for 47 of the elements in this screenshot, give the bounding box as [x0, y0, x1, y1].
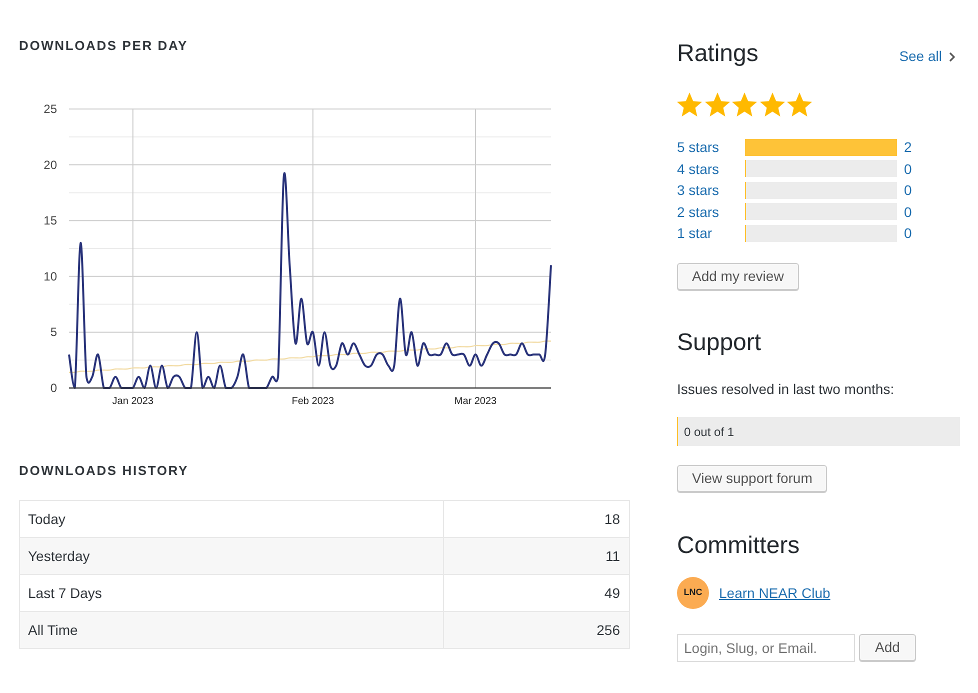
avatar: LNC: [677, 577, 709, 609]
star-icon: [704, 92, 730, 117]
table-cell: 256: [444, 612, 630, 648]
committer-link[interactable]: Learn NEAR Club: [719, 582, 830, 604]
rating-filter-link[interactable]: 1 star: [677, 224, 745, 242]
x-axis-label: Feb 2023: [292, 396, 334, 407]
table-cell: 49: [444, 574, 630, 612]
progress-text: 0 out of 1: [684, 424, 734, 440]
add-review-button[interactable]: Add my review: [677, 263, 799, 290]
view-support-forum-button[interactable]: View support forum: [677, 465, 828, 492]
rating-count: 0: [904, 181, 912, 200]
y-axis-label: 5: [50, 325, 57, 340]
table-cell: Today: [20, 500, 444, 538]
table-cell: Yesterday: [20, 538, 444, 574]
y-axis-label: 25: [44, 102, 57, 116]
rating-filter-link[interactable]: 2 stars: [677, 202, 745, 221]
chevron-right-icon[interactable]: [949, 52, 955, 62]
section-title: Ratings: [677, 40, 758, 68]
committer-input[interactable]: Login, Slug, or Email.: [677, 634, 855, 662]
y-axis-label: 20: [44, 158, 57, 172]
add-committer-button[interactable]: Add: [859, 634, 916, 661]
see-all-link[interactable]: See all: [899, 46, 955, 67]
x-axis-label: Mar 2023: [454, 396, 497, 407]
table-cell: Last 7 Days: [20, 574, 444, 612]
star-icon: [677, 92, 702, 117]
table-cell: 11: [444, 538, 630, 574]
rating-filter-link[interactable]: 4 stars: [677, 160, 745, 178]
rating-count: 0: [904, 160, 912, 178]
star-icon: [787, 92, 812, 117]
section-heading: DOWNLOADS PER DAY: [19, 38, 188, 54]
section-title: Support: [677, 329, 762, 357]
y-axis-label: 10: [44, 269, 57, 284]
y-axis-label: 15: [44, 214, 57, 228]
table-cell: All Time: [20, 612, 444, 648]
section-heading: DOWNLOADS HISTORY: [19, 463, 188, 479]
table-cell: 18: [444, 500, 630, 538]
star-icon: [760, 92, 784, 117]
rating-filter-link[interactable]: 5 stars: [677, 138, 745, 156]
y-axis-label: 0: [50, 381, 57, 395]
rating-count: 2: [904, 138, 912, 156]
rating-filter-link[interactable]: 3 stars: [677, 181, 745, 200]
section-title: Committers: [677, 532, 800, 560]
support-caption: Issues resolved in last two months:: [677, 380, 894, 399]
rating-count: 0: [904, 202, 912, 221]
rating-count: 0: [904, 224, 912, 242]
star-icon: [732, 92, 757, 117]
x-axis-label: Jan 2023: [112, 396, 154, 407]
